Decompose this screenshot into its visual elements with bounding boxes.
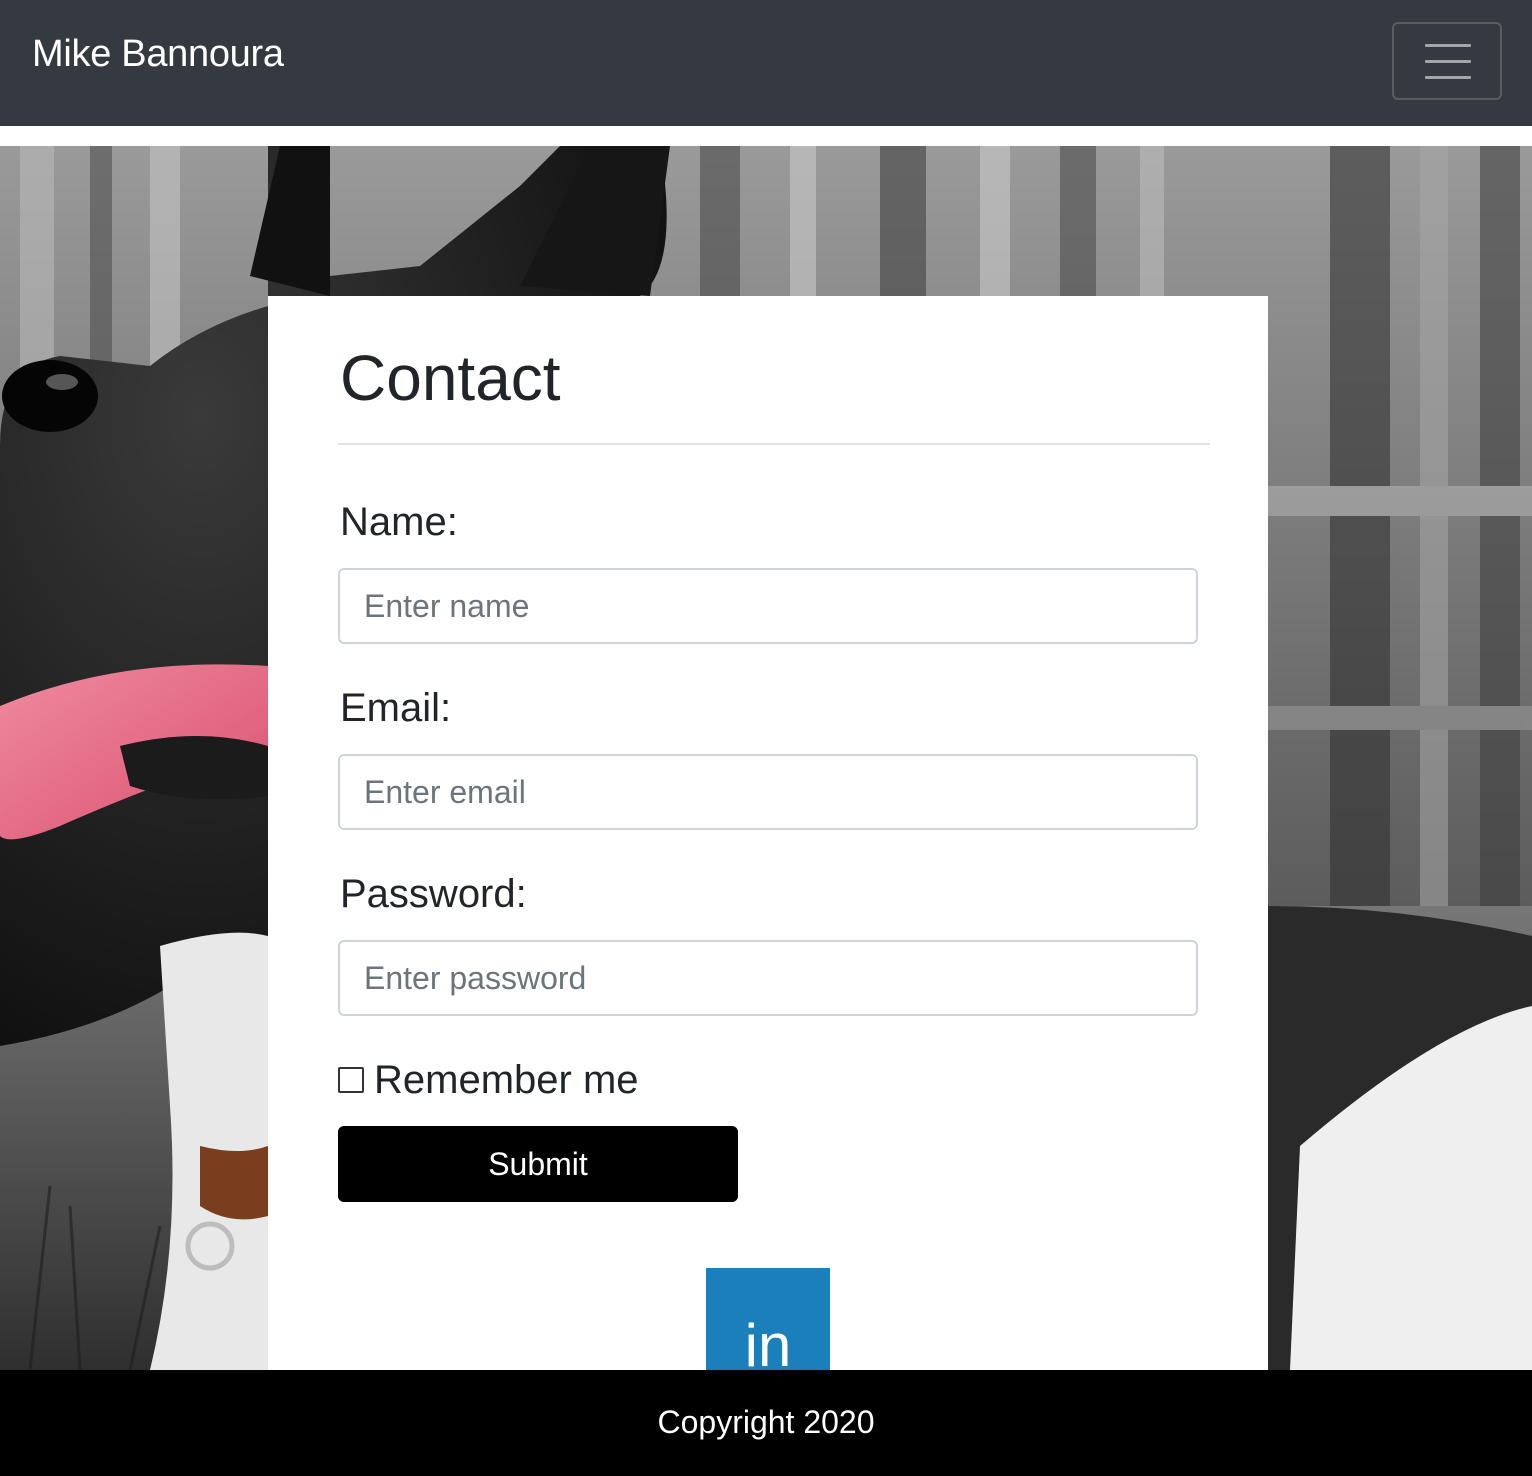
remember-me-label[interactable]: Remember me (374, 1056, 639, 1104)
brand-link[interactable]: Mike Bannoura (32, 30, 284, 78)
title-divider (338, 443, 1210, 445)
page-title: Contact (340, 342, 561, 414)
password-input[interactable] (338, 940, 1198, 1016)
copyright-text: Copyright 2020 (657, 1404, 875, 1440)
name-label: Name: (340, 500, 458, 544)
email-input[interactable] (338, 754, 1198, 830)
navbar-toggler-button[interactable] (1392, 22, 1502, 100)
footer: Copyright 2020 (0, 1370, 1532, 1476)
contact-card: Contact Name: Email: Password: Remember … (268, 296, 1268, 1370)
email-label: Email: (340, 686, 452, 730)
navbar: Mike Bannoura (0, 0, 1532, 126)
password-label: Password: (340, 872, 527, 916)
submit-button[interactable]: Submit (338, 1126, 738, 1202)
remember-me-checkbox[interactable] (338, 1067, 364, 1093)
linkedin-icon: in (744, 1312, 792, 1370)
linkedin-link[interactable]: in (706, 1268, 830, 1370)
hamburger-menu-icon (1425, 44, 1471, 80)
name-input[interactable] (338, 568, 1198, 644)
